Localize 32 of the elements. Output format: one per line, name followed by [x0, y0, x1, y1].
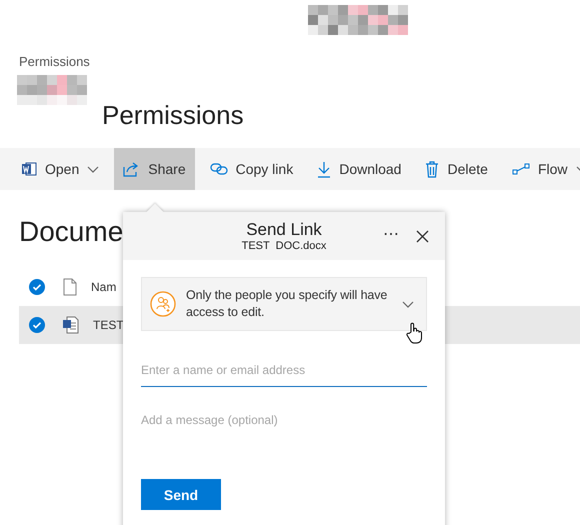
- breadcrumb[interactable]: Permissions: [19, 54, 90, 69]
- download-icon: [317, 160, 332, 178]
- delete-command[interactable]: Delete: [416, 148, 497, 190]
- word-file-icon: [63, 316, 79, 334]
- check-circle-icon[interactable]: [29, 279, 45, 295]
- recipient-field[interactable]: Enter a name or email address: [141, 361, 427, 387]
- message-field[interactable]: Add a message (optional): [141, 413, 427, 463]
- dialog-title: Send Link: [246, 220, 322, 240]
- trash-icon: [425, 160, 440, 178]
- check-circle-icon[interactable]: [29, 317, 45, 333]
- file-name: TEST: [93, 318, 124, 332]
- link-icon: [210, 163, 228, 175]
- share-command[interactable]: Share: [114, 148, 195, 190]
- flow-command[interactable]: Flow: [502, 148, 580, 190]
- people-icon: [150, 291, 176, 317]
- download-command[interactable]: Download: [308, 148, 410, 190]
- word-command[interactable]: Open: [12, 148, 108, 190]
- link-command[interactable]: Copy link: [200, 148, 302, 190]
- send-button[interactable]: Send: [141, 479, 221, 510]
- flow-icon: [512, 163, 530, 175]
- hand-cursor-icon: [406, 322, 422, 344]
- share-icon: [123, 161, 140, 177]
- close-icon[interactable]: [416, 230, 429, 243]
- chevron-down-icon: [402, 300, 414, 308]
- more-options-button[interactable]: ⋯: [383, 224, 399, 244]
- library-heading: Docume: [19, 216, 124, 248]
- word-document-icon: [21, 161, 37, 177]
- link-setting-text: Only the people you specify will have access to edit.: [186, 287, 388, 321]
- column-header[interactable]: Nam: [91, 280, 116, 294]
- file-icon: [63, 278, 77, 296]
- file-name: TEST DOC.docx: [242, 240, 326, 252]
- site-title: Permissions: [102, 100, 244, 131]
